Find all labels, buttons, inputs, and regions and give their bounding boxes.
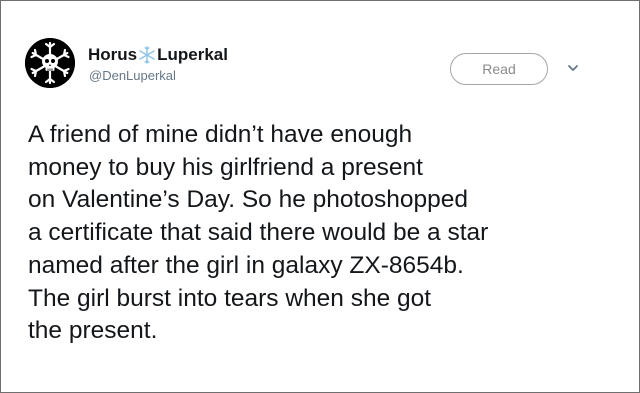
display-name-part1: Horus	[88, 45, 138, 64]
avatar[interactable]	[25, 38, 75, 88]
tweet-text-line: money to buy his girlfriend a present	[28, 153, 423, 181]
tweet-text-line: A friend of mine didn’t have enough	[28, 121, 413, 148]
skull-crossbones-icon	[25, 38, 75, 88]
tweet-text: A friend of mine didn’t have enough mone…	[28, 119, 618, 348]
chevron-down-icon[interactable]	[566, 62, 580, 74]
tweet-text-line: on Valentine’s Day. So he photoshopped	[28, 186, 468, 214]
tweet-text-line: named after the girl in galaxy ZX-8654b.	[28, 251, 464, 279]
tweet-text-line: the present.	[28, 317, 158, 345]
tweet-text-line: a certificate that said there would be a…	[28, 219, 489, 247]
display-name-part2: Luperkal	[157, 45, 228, 64]
display-name[interactable]: Horus Luperkal	[88, 44, 228, 66]
tweet-text-line: The girl burst into tears when she got	[28, 284, 432, 312]
user-handle[interactable]: @DenLuperkal	[89, 68, 176, 83]
snowflake-icon	[138, 46, 156, 64]
tweet-card: Horus Luperkal @DenLuperkal Read A frien…	[0, 0, 640, 393]
read-button[interactable]: Read	[450, 53, 548, 85]
